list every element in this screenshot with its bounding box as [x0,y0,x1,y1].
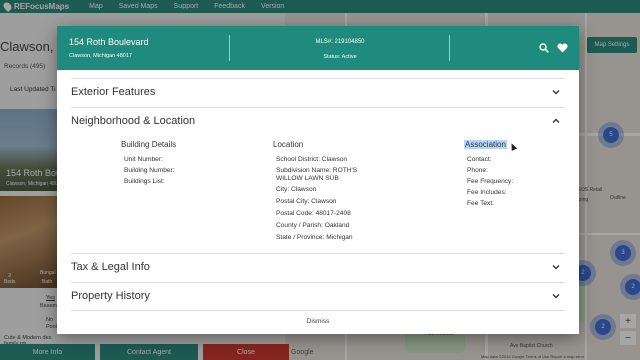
chevron-down-icon [552,294,560,299]
mls-number: MLS#: 219104850 [315,39,365,45]
modal-city: Clawson, Michigan 48017 [69,53,132,59]
postal-code-field: Postal Code: 48017-2408 [276,210,351,217]
header-divider [449,35,450,61]
state-field: State / Province: Michigan [276,234,353,241]
section-title: Exterior Features [71,86,156,98]
building-number-field: Building Number: [124,167,175,174]
subdivision-field: Subdivision Name: ROTH'S WILLOW LAWN SUB [276,167,358,182]
chevron-up-icon [552,118,560,123]
fee-frequency-field: Fee Frequency: [467,178,514,185]
dismiss-button[interactable]: Dismiss [57,318,579,325]
section-title: Property History [71,290,150,302]
county-field: County / Parish: Oakland [276,222,350,229]
fee-includes-field: Fee Includes: [467,189,507,196]
chevron-down-icon [552,90,560,95]
city-field: City: Clawson [276,186,317,193]
section-title: Neighborhood & Location [71,115,196,127]
section-property-history[interactable]: Property History [71,283,565,309]
location-title: Location [273,140,304,149]
listing-status: Status: Active [323,54,357,60]
school-district-field: School District: Clawson [276,156,348,163]
heart-icon[interactable] [557,43,568,53]
fee-text-field: Fee Text: [467,200,494,207]
search-icon[interactable] [539,43,549,53]
chevron-down-icon [552,265,560,270]
section-exterior-features[interactable]: Exterior Features [71,79,565,105]
section-neighborhood-location[interactable]: Neighborhood & Location [71,108,565,134]
building-details-title: Building Details [121,140,177,149]
section-tax-legal[interactable]: Tax & Legal Info [71,254,565,280]
modal-header: 154 Roth Boulevard Clawson, Michigan 480… [57,26,579,70]
association-title: Association [464,140,507,149]
buildings-list-field: Buildings List: [124,178,165,185]
contact-field: Contact: [467,156,492,163]
header-divider [229,35,230,61]
section-title: Tax & Legal Info [71,261,150,273]
modal-address: 154 Roth Boulevard [69,37,149,47]
postal-city-field: Postal City: Clawson [276,198,337,205]
section-divider [71,310,565,311]
modal-body: Exterior Features Neighborhood & Locatio… [57,70,579,334]
property-details-modal: 154 Roth Boulevard Clawson, Michigan 480… [57,26,579,334]
phone-field: Phone: [467,167,488,174]
unit-number-field: Unit Number: [124,156,163,163]
